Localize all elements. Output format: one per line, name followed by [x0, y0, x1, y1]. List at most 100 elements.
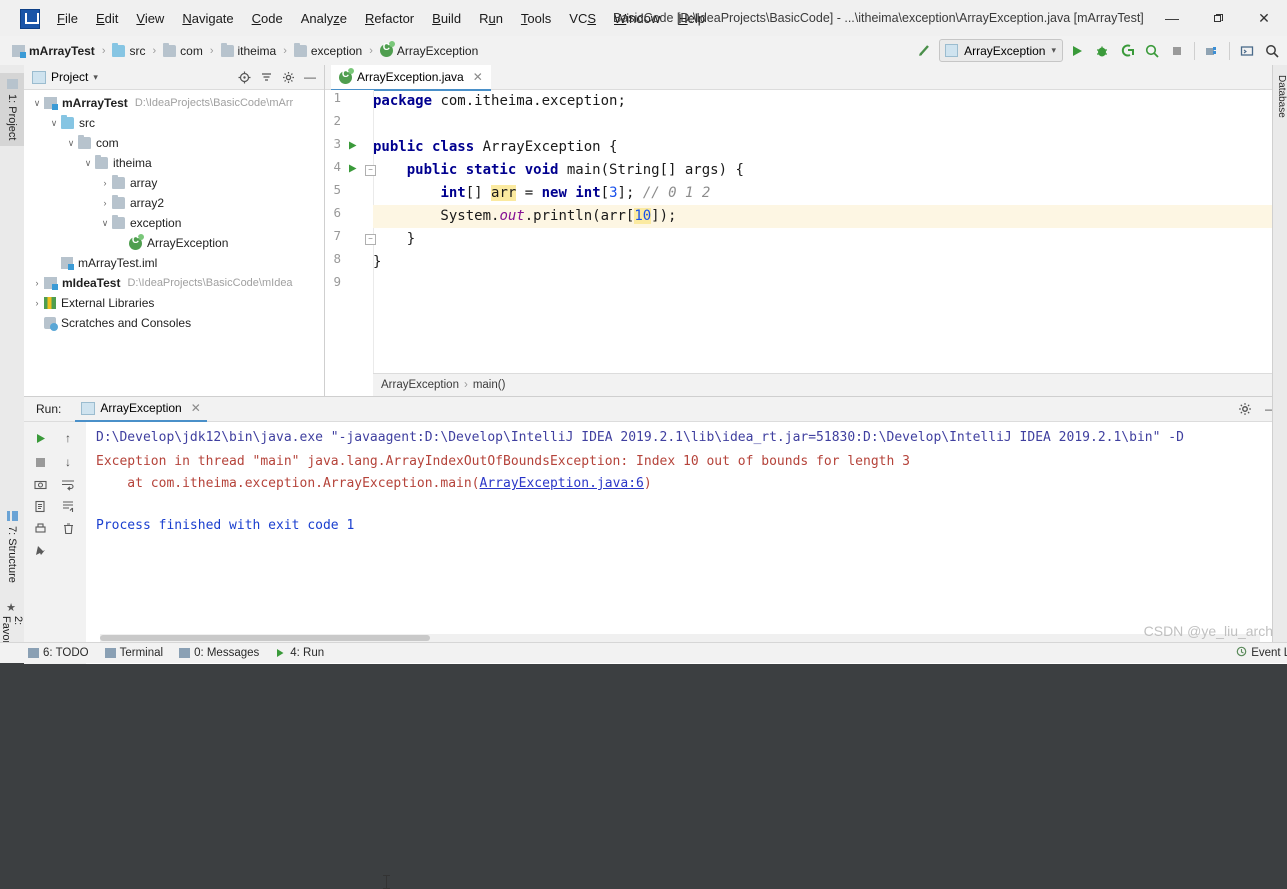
run-tab-arrayexception[interactable]: ArrayException ✕: [75, 396, 207, 422]
down-arrow-icon[interactable]: ↓: [58, 452, 78, 472]
camera-icon[interactable]: [30, 474, 50, 494]
menu-item-tools[interactable]: Tools: [512, 7, 560, 30]
menu-item-code[interactable]: Code: [243, 7, 292, 30]
tree-node-marraytest-iml[interactable]: ›mArrayTest.iml: [24, 253, 324, 273]
code-line-1[interactable]: package com.itheima.exception;: [373, 90, 626, 113]
maximize-button[interactable]: [1195, 0, 1241, 36]
pin-icon[interactable]: [30, 540, 50, 560]
menu-item-run[interactable]: Run: [470, 7, 512, 30]
project-panel-title-button[interactable]: Project ▾: [32, 70, 98, 84]
project-structure-icon[interactable]: [1201, 40, 1223, 62]
tree-node-com[interactable]: ∨ com: [24, 133, 324, 153]
watermark: CSDN @ye_liu_arch: [1143, 623, 1273, 639]
tool-window-tab-structure[interactable]: 7: Structure: [0, 505, 24, 589]
menu-item-edit[interactable]: Edit: [87, 7, 127, 30]
menu-item-analyze[interactable]: Analyze: [292, 7, 356, 30]
run-icon[interactable]: [1066, 40, 1088, 62]
code-line-7[interactable]: }: [373, 228, 415, 251]
rerun-icon[interactable]: [30, 428, 50, 448]
chevron-right-icon[interactable]: ›: [98, 198, 112, 208]
tree-node-external-libraries[interactable]: › External Libraries: [24, 293, 324, 313]
run-gutter-icon-line-4[interactable]: [347, 163, 358, 177]
scroll-to-end-icon[interactable]: [58, 496, 78, 516]
tree-node-itheima[interactable]: ∨ itheima: [24, 153, 324, 173]
menu-item-help[interactable]: Help: [669, 7, 714, 30]
tree-node-marraytest[interactable]: ∨ mArrayTest D:\IdeaProjects\BasicCode\mAr…: [24, 93, 324, 113]
search-icon[interactable]: [1261, 40, 1283, 62]
close-icon[interactable]: ✕: [473, 70, 483, 84]
status-bar-item-0--messages[interactable]: 0: Messages: [179, 647, 259, 659]
run-coverage-icon[interactable]: [1116, 40, 1138, 62]
tree-node-src[interactable]: ∨ src: [24, 113, 324, 133]
status-bar-event-log[interactable]: Event Log: [1236, 646, 1287, 660]
breadcrumb-item-com[interactable]: com: [161, 42, 205, 58]
editor-breadcrumb-item-main[interactable]: main(): [473, 379, 506, 391]
project-tree[interactable]: ∨ mArrayTest D:\IdeaProjects\BasicCode\mAr…: [24, 89, 324, 400]
menu-item-refactor[interactable]: Refactor: [356, 7, 423, 30]
clear-all-icon[interactable]: [58, 518, 78, 538]
chevron-down-icon[interactable]: ∨: [81, 158, 95, 169]
stop-icon[interactable]: [1166, 40, 1188, 62]
code-line-5[interactable]: int[] arr = new int[3]; // 0 1 2: [373, 182, 710, 205]
console-horizontal-scrollbar[interactable]: [100, 634, 1260, 642]
editor-tab-arrayexception[interactable]: ArrayException.java ✕: [331, 65, 491, 91]
soft-wrap-icon[interactable]: [58, 474, 78, 494]
print-icon[interactable]: [30, 518, 50, 538]
run-configuration-selector[interactable]: ArrayException ▾: [939, 39, 1063, 62]
code-line-4[interactable]: public static void main(String[] args) {: [373, 159, 744, 182]
minimize-button[interactable]: —: [1149, 0, 1195, 36]
breadcrumb-item-itheima[interactable]: itheima: [219, 42, 279, 58]
hide-icon[interactable]: —: [300, 67, 320, 87]
menu-item-view[interactable]: View: [127, 7, 173, 30]
run-gutter-icon-line-3[interactable]: [347, 140, 358, 154]
chevron-down-icon[interactable]: ∨: [47, 118, 61, 129]
collapse-all-icon[interactable]: [256, 67, 276, 87]
breadcrumb-item-marraytest[interactable]: mArrayTest: [10, 44, 97, 58]
right-tab-database[interactable]: Database: [1273, 71, 1287, 122]
chevron-right-icon[interactable]: ›: [30, 278, 44, 288]
status-bar-item-6--todo[interactable]: 6: TODO: [28, 647, 89, 659]
menu-item-file[interactable]: File: [48, 7, 87, 30]
menu-item-window[interactable]: Window: [605, 7, 669, 30]
tree-node-mideatest[interactable]: › mIdeaTest D:\IdeaProjects\BasicCode\mIde…: [24, 273, 324, 293]
status-bar-item-terminal[interactable]: Terminal: [104, 647, 163, 659]
tree-node-array[interactable]: › array: [24, 173, 324, 193]
debug-icon[interactable]: [1091, 40, 1113, 62]
menu-item-vcs[interactable]: VCS: [560, 7, 605, 30]
stop-icon[interactable]: [30, 452, 50, 472]
editor-gutter[interactable]: 1 2 3 4−5 6 7−8 9: [325, 90, 376, 396]
breadcrumb-item-exception[interactable]: exception: [292, 42, 364, 58]
close-button[interactable]: ✕: [1241, 0, 1287, 36]
stacktrace-link[interactable]: ArrayException.java:6: [480, 476, 644, 491]
tree-node-array2[interactable]: › array2: [24, 193, 324, 213]
code-line-8[interactable]: }: [373, 251, 381, 274]
breadcrumb-item-arrayexception[interactable]: ArrayException: [378, 41, 480, 58]
tree-node-arrayexception[interactable]: ›ArrayException: [24, 233, 324, 253]
code-line-3[interactable]: public class ArrayException {: [373, 136, 617, 159]
export-icon[interactable]: [30, 496, 50, 516]
menu-item-build[interactable]: Build: [423, 7, 470, 30]
up-arrow-icon[interactable]: ↑: [58, 428, 78, 448]
status-bar-item-4--run[interactable]: 4: Run: [275, 647, 324, 659]
chevron-right-icon[interactable]: ›: [30, 298, 44, 308]
chevron-right-icon[interactable]: ›: [98, 178, 112, 188]
locate-icon[interactable]: [234, 67, 254, 87]
build-icon[interactable]: [914, 40, 936, 62]
settings-icon[interactable]: [1235, 399, 1255, 419]
tree-node-scratches-and-consoles[interactable]: ›Scratches and Consoles: [24, 313, 324, 333]
tool-window-tab-project[interactable]: 1: Project: [0, 73, 24, 147]
menu-item-navigate[interactable]: Navigate: [173, 7, 242, 30]
profile-icon[interactable]: [1141, 40, 1163, 62]
chevron-down-icon[interactable]: ∨: [30, 98, 44, 109]
settings-icon[interactable]: [278, 67, 298, 87]
chevron-down-icon[interactable]: ∨: [98, 218, 112, 229]
close-icon[interactable]: ✕: [191, 401, 201, 415]
terminal-icon[interactable]: [1236, 40, 1258, 62]
tree-node-exception[interactable]: ∨ exception: [24, 213, 324, 233]
code-line-6[interactable]: System.out.println(arr[10]);: [373, 205, 676, 228]
breadcrumb-item-src[interactable]: src: [110, 42, 147, 58]
code-content[interactable]: package com.itheima.exception; public cl…: [373, 90, 1287, 396]
chevron-down-icon[interactable]: ∨: [64, 138, 78, 149]
console-output[interactable]: D:\Develop\jdk12\bin\java.exe "-javaagen…: [86, 422, 1287, 664]
editor-breadcrumb-item-arrayexception[interactable]: ArrayException: [381, 379, 459, 391]
